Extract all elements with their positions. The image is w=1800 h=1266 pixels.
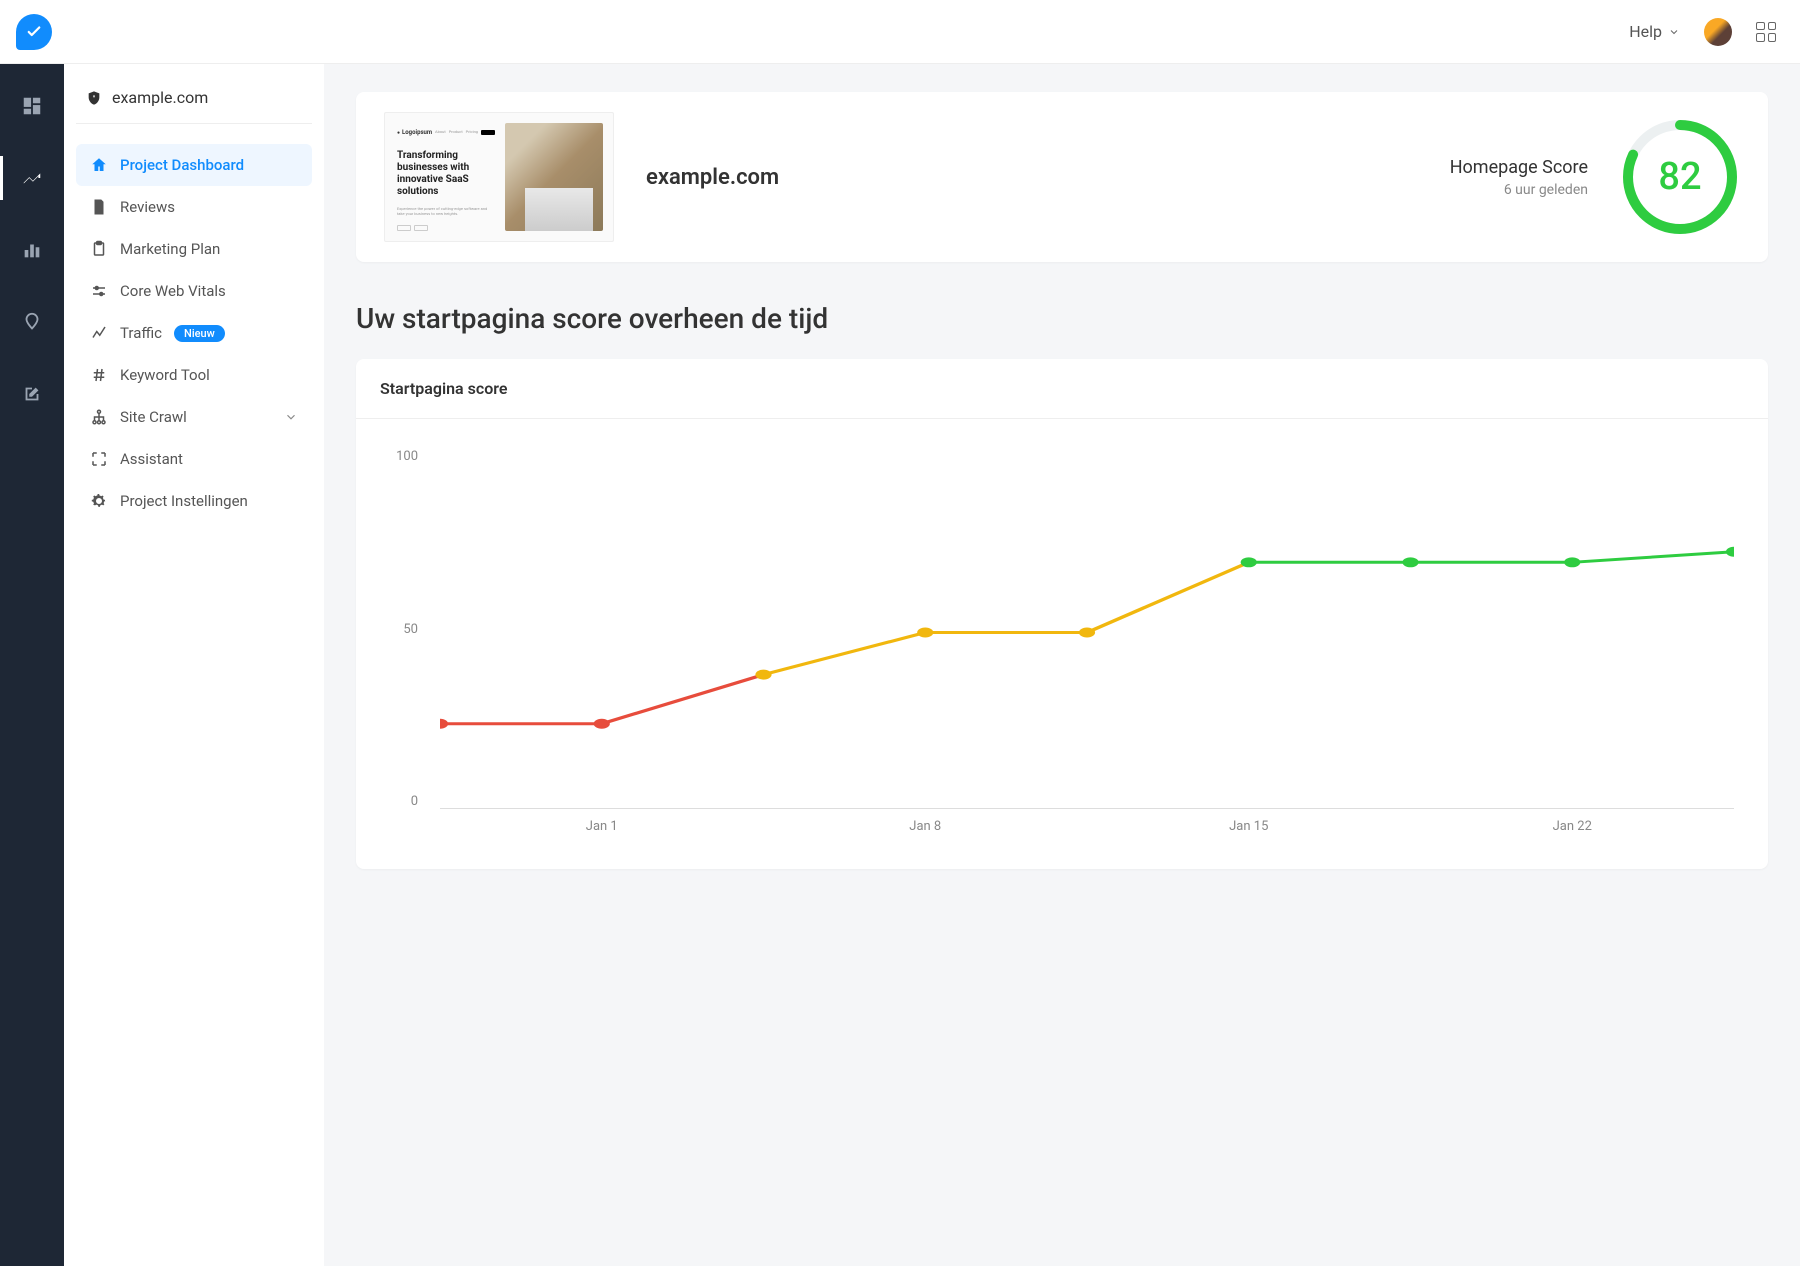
rail-dashboard[interactable] bbox=[0, 84, 64, 128]
nav-label: Keyword Tool bbox=[120, 366, 210, 384]
site-header[interactable]: example.com bbox=[76, 88, 312, 124]
nav-label: Assistant bbox=[120, 450, 183, 468]
home-icon bbox=[90, 156, 108, 174]
nav-label: Project Dashboard bbox=[120, 156, 244, 174]
shield-icon bbox=[86, 90, 102, 106]
sidebar-item-traffic[interactable]: Traffic Nieuw bbox=[76, 312, 312, 354]
score-card: Logoipsum AboutProductPricing Transformi… bbox=[356, 92, 1768, 262]
icon-rail bbox=[0, 64, 64, 1266]
help-label: Help bbox=[1629, 22, 1662, 41]
sidebar-item-gear[interactable]: Project Instellingen bbox=[76, 480, 312, 522]
nav-label: Reviews bbox=[120, 198, 175, 216]
gear-icon bbox=[90, 492, 108, 510]
chart-plot bbox=[440, 457, 1734, 809]
apps-icon[interactable] bbox=[1756, 22, 1776, 42]
nav-label: Site Crawl bbox=[120, 408, 187, 426]
score-value: 82 bbox=[1620, 117, 1740, 237]
score-domain: example.com bbox=[646, 165, 1418, 190]
sidebar-item-hash[interactable]: Keyword Tool bbox=[76, 354, 312, 396]
hash-icon bbox=[90, 366, 108, 384]
nav-label: Traffic bbox=[120, 324, 162, 342]
rail-leads[interactable] bbox=[0, 300, 64, 344]
rail-edit[interactable] bbox=[0, 372, 64, 416]
sidebar-item-clipboard[interactable]: Marketing Plan bbox=[76, 228, 312, 270]
main: Logoipsum AboutProductPricing Transformi… bbox=[324, 64, 1800, 897]
badge: Nieuw bbox=[174, 325, 225, 342]
sidebar-item-sitemap[interactable]: Site Crawl bbox=[76, 396, 312, 438]
sidebar-item-sliders[interactable]: Core Web Vitals bbox=[76, 270, 312, 312]
sidebar-item-home[interactable]: Project Dashboard bbox=[76, 144, 312, 186]
traffic-icon bbox=[90, 324, 108, 342]
sitemap-icon bbox=[90, 408, 108, 426]
score-meta: Homepage Score 6 uur geleden bbox=[1450, 157, 1588, 198]
clipboard-icon bbox=[90, 240, 108, 258]
thumb-title: Transforming businesses with innovative … bbox=[397, 150, 495, 198]
nav-label: Project Instellingen bbox=[120, 492, 248, 510]
sliders-icon bbox=[90, 282, 108, 300]
brand-logo[interactable] bbox=[16, 14, 52, 50]
doc-icon bbox=[90, 198, 108, 216]
score-label: Homepage Score bbox=[1450, 157, 1588, 178]
sidebar-item-doc[interactable]: Reviews bbox=[76, 186, 312, 228]
site-domain: example.com bbox=[112, 88, 208, 107]
sidebar: example.com Project Dashboard Reviews Mark… bbox=[64, 64, 324, 1266]
nav-label: Marketing Plan bbox=[120, 240, 220, 258]
rail-trends[interactable] bbox=[0, 156, 64, 200]
sidebar-item-expand[interactable]: Assistant bbox=[76, 438, 312, 480]
chevron-down-icon bbox=[1668, 26, 1680, 38]
chevron-down-icon bbox=[284, 410, 298, 424]
rail-stats[interactable] bbox=[0, 228, 64, 272]
nav-label: Core Web Vitals bbox=[120, 282, 226, 300]
score-site: example.com bbox=[646, 165, 1418, 190]
chart-card: Startpagina score 100500 Jan 1Jan 8Jan 1… bbox=[356, 359, 1768, 869]
expand-icon bbox=[90, 450, 108, 468]
help-menu[interactable]: Help bbox=[1629, 22, 1680, 41]
x-axis: Jan 1Jan 8Jan 15Jan 22 bbox=[440, 819, 1734, 849]
score-ring: 82 bbox=[1620, 117, 1740, 237]
topbar: Help bbox=[0, 0, 1800, 64]
chart-area: 100500 Jan 1Jan 8Jan 15Jan 22 bbox=[380, 449, 1744, 849]
avatar[interactable] bbox=[1704, 18, 1732, 46]
y-axis: 100500 bbox=[380, 449, 430, 809]
section-title: Uw startpagina score overheen de tijd bbox=[356, 302, 1768, 335]
score-time: 6 uur geleden bbox=[1450, 182, 1588, 198]
site-thumbnail: Logoipsum AboutProductPricing Transformi… bbox=[384, 112, 614, 242]
chart-header: Startpagina score bbox=[356, 359, 1768, 419]
